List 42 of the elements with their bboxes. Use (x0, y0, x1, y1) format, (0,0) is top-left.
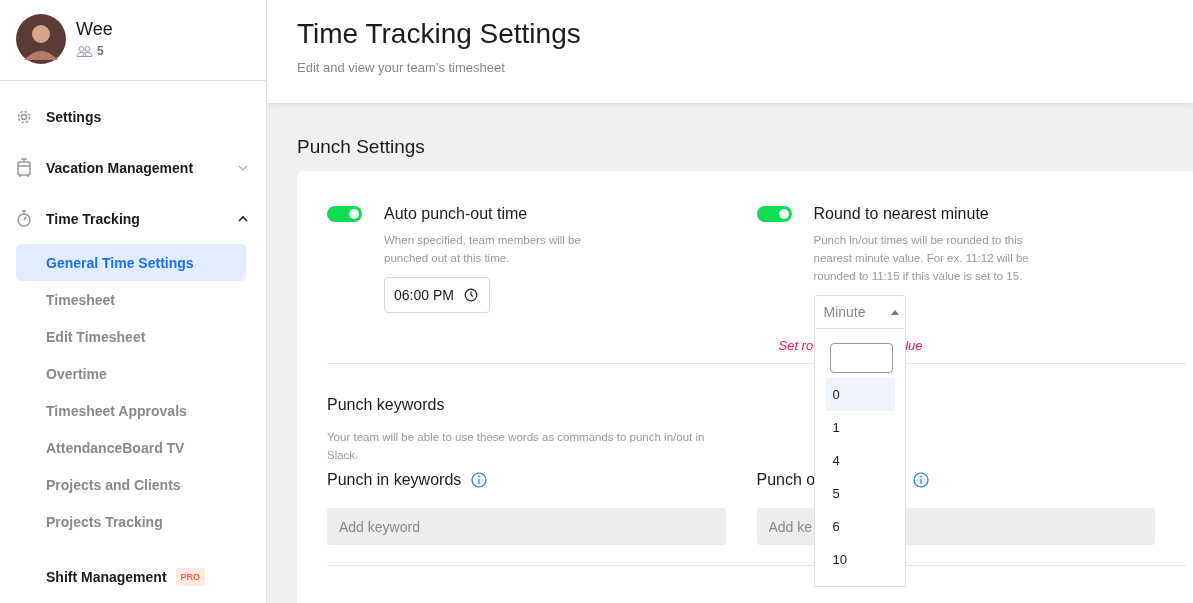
dropdown-option[interactable]: 5 (825, 477, 895, 510)
keywords-description: Your team will be able to use these words as commands to punch in/out in Slack. (327, 430, 706, 463)
dropdown-option[interactable]: 0 (825, 378, 895, 411)
people-icon (76, 45, 93, 57)
info-icon (471, 472, 488, 488)
keywords-title: Punch keywords (327, 396, 445, 413)
pro-badge: PRO (175, 568, 206, 586)
page-title: Time Tracking Settings (297, 17, 582, 50)
dropdown-option[interactable]: 10 (825, 543, 895, 576)
toggle-switch[interactable] (756, 206, 792, 222)
error-message: lue (905, 338, 923, 353)
team-count: 5 (97, 44, 104, 58)
field-label: Punch in keywords (327, 471, 462, 489)
nav-item[interactable]: Shift Management PRO (16, 552, 250, 602)
section-title: Punch Settings (297, 136, 426, 158)
caret-icon (890, 309, 899, 315)
error-message: Set ro (778, 338, 814, 353)
setting-description: Punch in/out times will be rounded to this nearest minute value. For ex. 11:12 will be rounded to 11:15 if this value is set to 15. (813, 233, 1030, 284)
minute-dropdown[interactable]: Minute (813, 295, 906, 329)
toggle-switch[interactable] (327, 206, 362, 222)
nav-subitem[interactable]: General Time Settings (16, 244, 246, 281)
stopwatch-icon (16, 210, 32, 227)
luggage-icon (16, 157, 32, 178)
user-name: Wee (76, 19, 113, 40)
avatar[interactable] (16, 13, 66, 64)
keyword-field[interactable]: Add keyword (327, 508, 726, 545)
dropdown-option[interactable]: 1 (825, 411, 895, 444)
setting-label: Round to nearest minute (813, 205, 990, 223)
dropdown-option[interactable]: 4 (825, 444, 895, 477)
dropdown-option[interactable]: 6 (825, 510, 895, 543)
gear-icon (16, 108, 32, 125)
info-icon (913, 472, 930, 488)
search-field[interactable] (829, 343, 893, 373)
nav-item[interactable]: Settings (16, 91, 250, 142)
time-field[interactable]: 06:00 PM (384, 277, 490, 313)
page-subtitle: Edit and view your team’s timesheet (297, 60, 506, 75)
field-label: Punch o (756, 471, 816, 489)
nav-group[interactable]: Time Tracking (16, 193, 250, 244)
setting-label: Auto punch-out time (384, 205, 529, 223)
clock-icon (463, 288, 478, 302)
nav-group[interactable]: Vacation Management (16, 142, 250, 193)
setting-description: When specified, team members will be punched out at this time. (384, 233, 582, 266)
